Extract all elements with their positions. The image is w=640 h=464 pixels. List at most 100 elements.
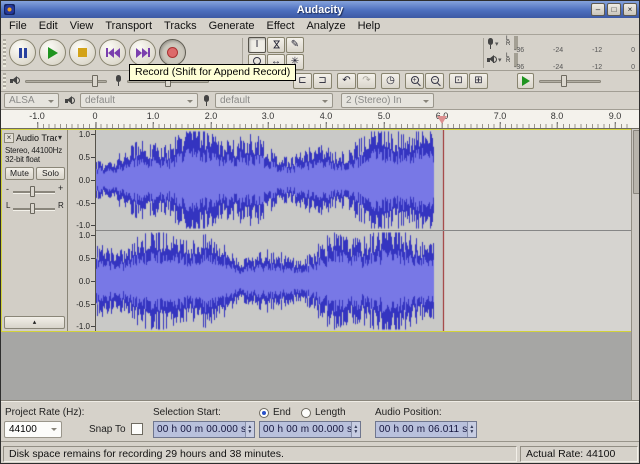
end-radio-label[interactable]: End: [273, 407, 291, 418]
envelope-tool-button[interactable]: ⋈: [267, 37, 285, 53]
gain-slider-thumb[interactable]: [30, 186, 35, 197]
collapse-icon: ▴: [33, 319, 37, 326]
fit-project-button[interactable]: ⊞: [469, 73, 488, 89]
menu-item-file[interactable]: File: [3, 19, 33, 33]
spinner-icon[interactable]: ▲▼: [351, 422, 360, 437]
play-speed-slider[interactable]: [539, 74, 601, 88]
disk-space-message: Disk space remains for recording 29 hour…: [3, 446, 517, 462]
project-rate-select[interactable]: 44100: [4, 421, 62, 438]
zoom-in-icon: +: [411, 76, 419, 84]
time-label: 3.0: [262, 111, 275, 121]
menu-item-transport[interactable]: Transport: [99, 19, 158, 33]
vertical-ruler[interactable]: 1.0 0.5 0.0 -0.5 -1.0 1.0 0.5 0.0 -0.5 -…: [68, 130, 96, 331]
draw-tool-icon: ✎: [291, 39, 299, 50]
redo-button[interactable]: ↷: [357, 73, 376, 89]
toolbar-grip[interactable]: [3, 73, 6, 89]
record-button[interactable]: [159, 39, 186, 66]
menu-item-help[interactable]: Help: [352, 19, 387, 33]
time-label: 9.0: [609, 111, 622, 121]
play-at-speed-icon: [522, 76, 530, 86]
snap-to-label: Snap To: [89, 424, 126, 435]
output-volume-thumb[interactable]: [92, 75, 98, 87]
input-device-select[interactable]: default: [215, 93, 333, 108]
maximize-button[interactable]: □: [607, 3, 621, 16]
pan-right-label: R: [58, 201, 64, 210]
waveform-area: [96, 130, 632, 331]
spinner-icon[interactable]: ▲▼: [467, 422, 476, 437]
recording-meter[interactable]: ▾ LR -36-24-120: [487, 37, 637, 54]
menu-item-edit[interactable]: Edit: [33, 19, 64, 33]
output-device-select[interactable]: default: [80, 93, 198, 108]
fit-selection-icon: ⊡: [454, 75, 462, 86]
time-label: 1.0: [147, 111, 160, 121]
title-bar[interactable]: Audacity – □ ×: [1, 1, 639, 18]
silence-audio-button[interactable]: ⊐: [313, 73, 332, 89]
menu-item-view[interactable]: View: [64, 19, 100, 33]
sync-lock-button[interactable]: ◷: [381, 73, 400, 89]
audacity-window: Audacity – □ × File Edit View Transport …: [0, 0, 640, 464]
dropdown-arrow-icon[interactable]: ▾: [498, 56, 502, 64]
output-volume-slider[interactable]: [25, 74, 107, 88]
fit-selection-button[interactable]: ⊡: [449, 73, 468, 89]
pause-button[interactable]: [9, 39, 36, 66]
transport-toolbar-row: I ⋈ ✎ ↔ ✳ ▾ LR -36-24-120: [1, 35, 639, 71]
menu-bar: File Edit View Transport Tracks Generate…: [1, 18, 639, 35]
snap-to-checkbox[interactable]: [131, 423, 143, 435]
zoom-in-button[interactable]: +: [405, 73, 424, 89]
waveform-channel-left[interactable]: [96, 130, 632, 230]
close-button[interactable]: ×: [623, 3, 637, 16]
meter-right-label: R: [506, 41, 510, 47]
skip-to-start-button[interactable]: [99, 39, 126, 66]
input-channels-select[interactable]: 2 (Stereo) In: [341, 93, 434, 108]
zoom-out-button[interactable]: −: [425, 73, 444, 89]
menu-item-tracks[interactable]: Tracks: [158, 19, 203, 33]
stop-button[interactable]: [69, 39, 96, 66]
selection-start-field[interactable]: 00 h 00 m 00.000 s ▲▼: [153, 421, 255, 438]
length-radio-label[interactable]: Length: [315, 407, 346, 418]
track-collapse-button[interactable]: ▴: [4, 316, 65, 329]
audio-position-label: Audio Position:: [375, 407, 442, 418]
track-close-button[interactable]: ×: [4, 133, 14, 143]
length-radio[interactable]: [301, 408, 311, 418]
waveform-channel-right[interactable]: [96, 231, 632, 331]
menu-item-generate[interactable]: Generate: [203, 19, 261, 33]
meter-scale: -36-24-120: [514, 47, 635, 54]
ruler-minor-ticks: [37, 124, 631, 128]
selection-tool-button[interactable]: I: [248, 37, 266, 53]
menu-item-analyze[interactable]: Analyze: [300, 19, 351, 33]
close-icon: ×: [628, 5, 633, 14]
audio-position-field[interactable]: 00 h 00 m 06.011 s ▲▼: [375, 421, 477, 438]
menu-item-effect[interactable]: Effect: [261, 19, 301, 33]
trim-icon: ⊏: [298, 75, 306, 86]
meter-scale: -36-24-120: [514, 64, 635, 71]
play-at-speed-button[interactable]: [517, 73, 534, 89]
toolbar-grip[interactable]: [3, 39, 6, 67]
vertical-scrollbar[interactable]: [631, 129, 640, 401]
microphone-icon: [487, 38, 494, 49]
skip-to-end-button[interactable]: [129, 39, 156, 66]
pan-slider-thumb[interactable]: [30, 203, 35, 214]
record-position-marker-icon: [437, 116, 447, 124]
playback-meter[interactable]: ▾ LR -36-24-120: [487, 54, 637, 71]
draw-tool-button[interactable]: ✎: [286, 37, 304, 53]
play-button[interactable]: [39, 39, 66, 66]
mute-button[interactable]: Mute: [5, 167, 34, 180]
minimize-button[interactable]: –: [591, 3, 605, 16]
vertical-scrollbar-thumb[interactable]: [633, 130, 640, 194]
record-icon: [167, 47, 178, 58]
sync-lock-icon: ◷: [386, 75, 395, 86]
timeline-ruler[interactable]: -1.0 0 1.0 2.0 3.0 4.0 5.0 6.0 7.0 8.0 9…: [1, 110, 639, 129]
window-title: Audacity: [1, 4, 639, 16]
solo-button[interactable]: Solo: [36, 167, 65, 180]
track-menu-arrow-icon[interactable]: ▾: [58, 133, 62, 142]
play-speed-thumb[interactable]: [561, 75, 567, 87]
time-label: 5.0: [378, 111, 391, 121]
end-radio[interactable]: [259, 408, 269, 418]
track-title-menu[interactable]: Audio Track: [16, 133, 57, 143]
selection-end-field[interactable]: 00 h 00 m 00.000 s ▲▼: [259, 421, 361, 438]
undo-button[interactable]: ↶: [337, 73, 356, 89]
dropdown-arrow-icon[interactable]: ▾: [495, 40, 499, 48]
spinner-icon[interactable]: ▲▼: [245, 422, 254, 437]
audio-host-select[interactable]: ALSA: [4, 93, 59, 108]
input-volume-icon: [115, 75, 122, 86]
